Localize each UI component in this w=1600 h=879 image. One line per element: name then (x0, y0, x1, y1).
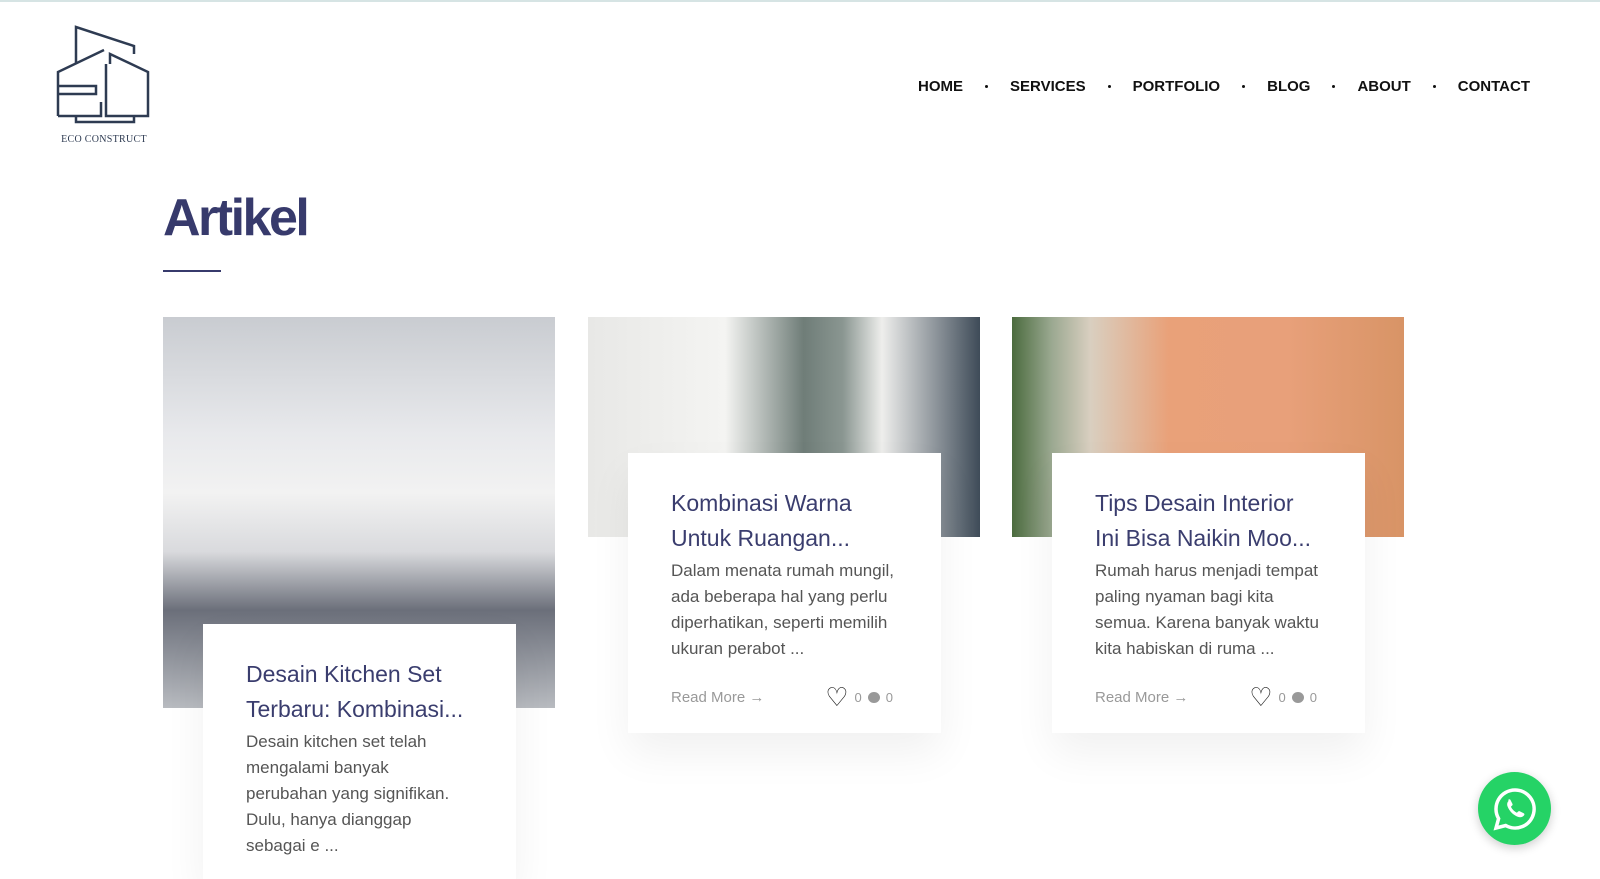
nav-about[interactable]: ABOUT (1357, 78, 1410, 95)
post-title[interactable]: Tips Desain Interior Ini Bisa Naikin Moo… (1095, 486, 1323, 556)
title-divider (163, 270, 221, 272)
nav-contact[interactable]: CONTACT (1458, 78, 1530, 95)
nav-separator (985, 85, 989, 88)
comment-count: 0 (1309, 690, 1317, 705)
nav-separator (1432, 85, 1436, 88)
logo[interactable]: ECO CONSTRUCT (56, 24, 152, 149)
post-content: Kombinasi Warna Untuk Ruangan... Dalam m… (628, 453, 941, 733)
nav-separator (1242, 85, 1246, 88)
like-count: 0 (854, 690, 862, 705)
whatsapp-icon (1493, 787, 1536, 830)
post-excerpt: Desain kitchen set telah mengalami banya… (246, 732, 450, 855)
post-card: Desain Kitchen Set Terbaru: Kombinasi...… (163, 317, 555, 879)
post-card: Kombinasi Warna Untuk Ruangan... Dalam m… (588, 317, 980, 733)
whatsapp-button[interactable] (1478, 772, 1551, 845)
read-more-link[interactable]: Read More → (671, 689, 825, 706)
comment-icon (1291, 692, 1304, 703)
comment-icon (867, 692, 880, 703)
post-content: Tips Desain Interior Ini Bisa Naikin Moo… (1052, 453, 1365, 733)
nav-separator (1332, 85, 1336, 88)
main-nav: HOME SERVICES PORTFOLIO BLOG ABOUT CONTA… (918, 78, 1530, 95)
post-excerpt: Dalam menata rumah mungil, ada beberapa … (671, 561, 894, 658)
heart-icon[interactable]: ♡ (825, 682, 848, 713)
heart-icon[interactable]: ♡ (1249, 682, 1272, 713)
post-content: Desain Kitchen Set Terbaru: Kombinasi...… (203, 624, 516, 879)
nav-blog[interactable]: BLOG (1267, 78, 1310, 95)
post-title[interactable]: Kombinasi Warna Untuk Ruangan... (671, 486, 899, 556)
logo-text: ECO CONSTRUCT (61, 134, 147, 145)
nav-home[interactable]: HOME (918, 78, 963, 95)
post-card: Tips Desain Interior Ini Bisa Naikin Moo… (1012, 317, 1404, 733)
logo-house-icon (56, 25, 150, 124)
comment-count: 0 (885, 690, 893, 705)
page-title: Artikel (163, 189, 310, 247)
like-count: 0 (1278, 690, 1286, 705)
post-excerpt: Rumah harus menjadi tempat paling nyaman… (1095, 561, 1319, 658)
read-more-link[interactable]: Read More → (1095, 689, 1249, 706)
nav-services[interactable]: SERVICES (1010, 78, 1086, 95)
nav-separator (1107, 85, 1111, 88)
post-title[interactable]: Desain Kitchen Set Terbaru: Kombinasi... (246, 657, 474, 727)
nav-portfolio[interactable]: PORTFOLIO (1133, 78, 1221, 95)
